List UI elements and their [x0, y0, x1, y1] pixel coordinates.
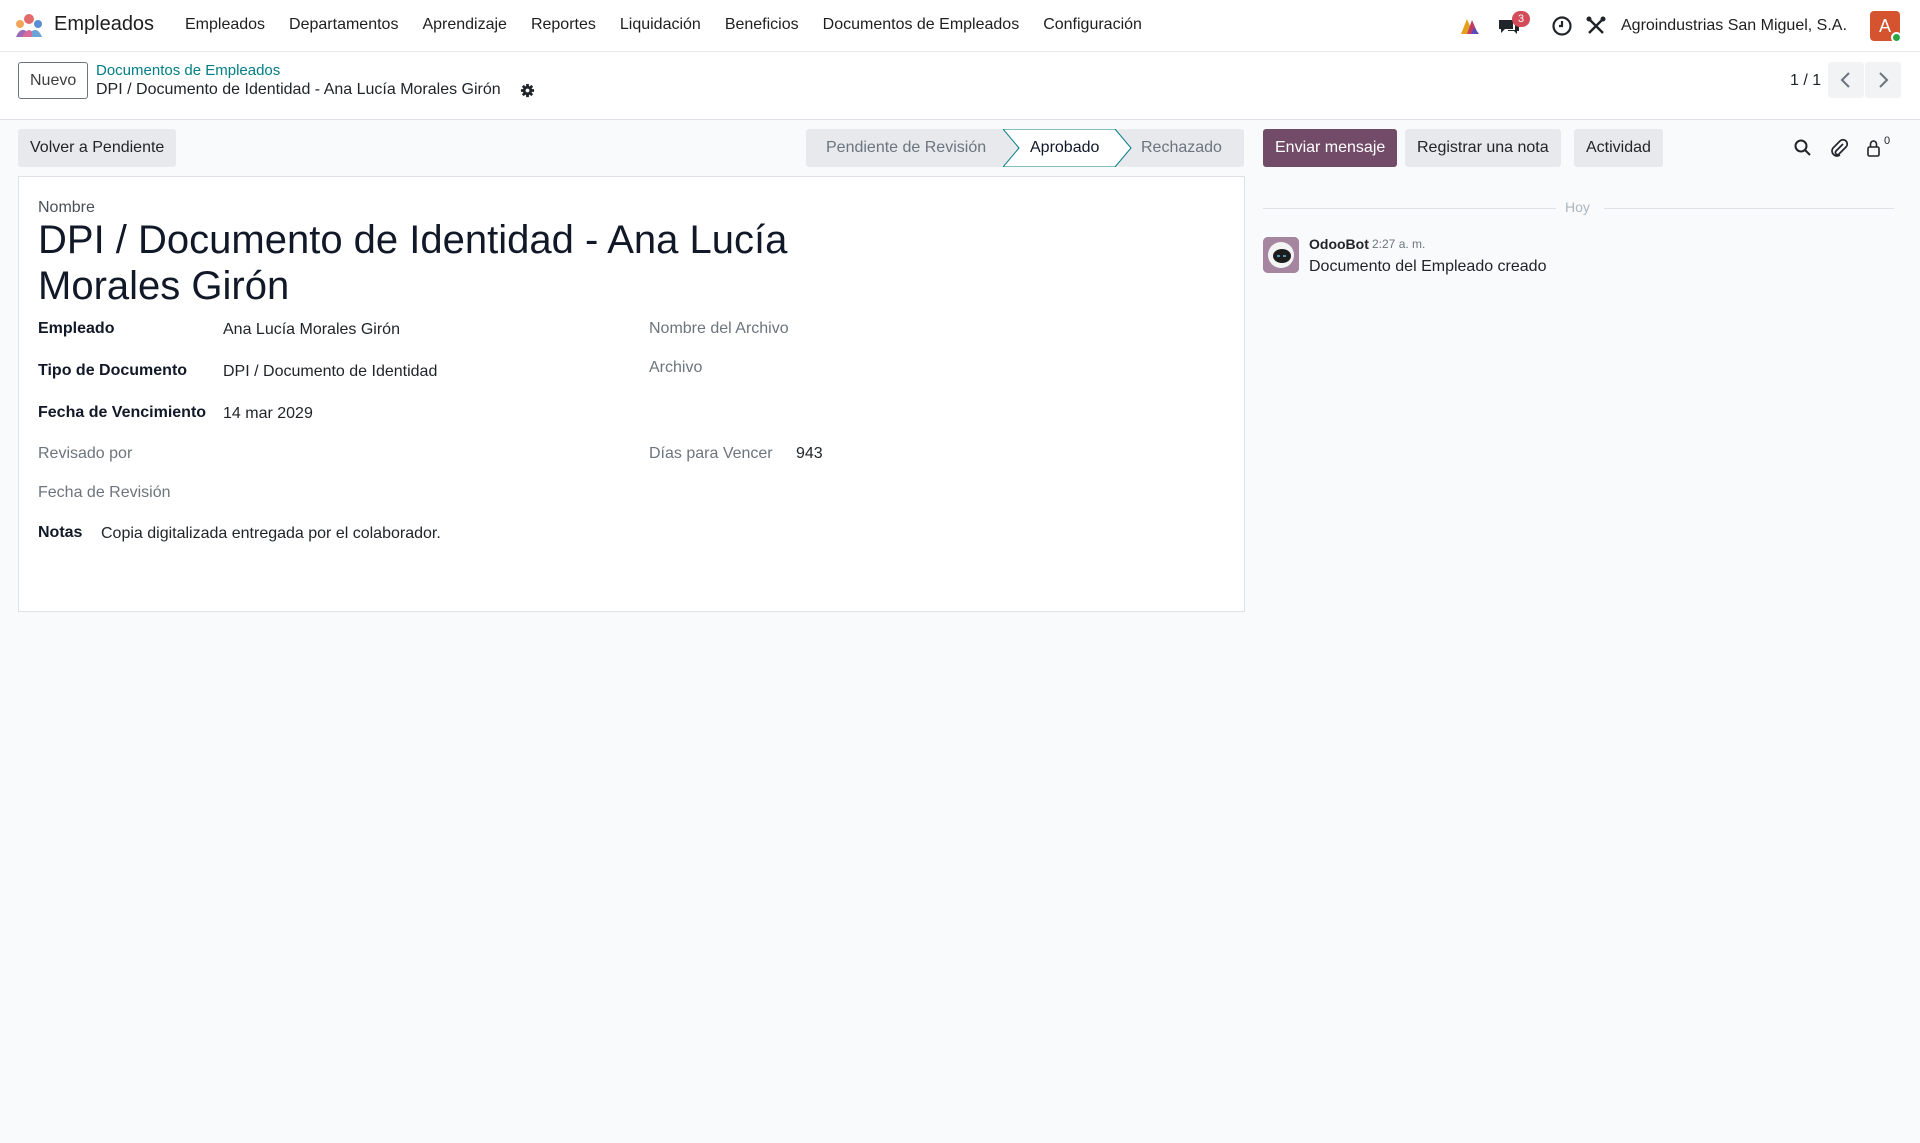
tools-icon[interactable] [1584, 14, 1608, 38]
review-date-label: Fecha de Revisión [38, 484, 171, 501]
doc-type-field[interactable]: DPI / Documento de Identidad [223, 363, 437, 381]
top-navbar: Empleados Empleados Departamentos Aprend… [0, 0, 1920, 52]
days-to-expire-label: Días para Vencer [649, 445, 773, 462]
followers-icon[interactable] [1864, 138, 1884, 158]
gear-icon[interactable] [520, 83, 535, 98]
file-label: Archivo [649, 359, 703, 376]
clock-icon[interactable] [1550, 14, 1574, 38]
messages-badge: 3 [1512, 11, 1531, 27]
pager-next-button[interactable] [1865, 62, 1901, 98]
days-to-expire-value: 943 [796, 445, 823, 462]
expiry-date-label: Fecha de Vencimiento [38, 404, 207, 421]
menu-configuracion[interactable]: Configuración [1031, 16, 1154, 34]
employees-app-icon[interactable] [14, 13, 44, 39]
menu-beneficios[interactable]: Beneficios [713, 16, 811, 34]
menu-departamentos[interactable]: Departamentos [277, 16, 410, 34]
send-message-button[interactable]: Enviar mensaje [1263, 129, 1398, 167]
main-menu: Empleados Departamentos Aprendizaje Repo… [173, 16, 1154, 34]
breadcrumb-parent[interactable]: Documentos de Empleados [96, 62, 280, 79]
message-time: 2:27 a. m. [1372, 237, 1426, 251]
pager-previous-button[interactable] [1828, 62, 1864, 98]
employee-label: Empleado [38, 320, 115, 337]
ai-icon[interactable] [1458, 14, 1482, 38]
company-switcher[interactable]: Agroindustrias San Miguel, S.A. [1621, 17, 1847, 35]
app-name[interactable]: Empleados [54, 13, 154, 36]
pager-value[interactable]: 1 / 1 [1790, 72, 1821, 90]
paperclip-icon[interactable] [1829, 138, 1849, 158]
notes-field[interactable]: Copia digitalizada entregada por el cola… [101, 525, 441, 543]
stage-rechazado[interactable]: Rechazado [1141, 129, 1222, 167]
menu-liquidacion[interactable]: Liquidación [608, 16, 713, 34]
message-author[interactable]: OdooBot [1309, 236, 1369, 252]
stage-aprobado[interactable]: Aprobado [1030, 129, 1099, 167]
name-label: Nombre [38, 199, 95, 216]
activity-button[interactable]: Actividad [1574, 129, 1663, 167]
employee-field[interactable]: Ana Lucía Morales Girón [223, 321, 400, 339]
status-bar: Pendiente de Revisión Aprobado Rechazado [806, 129, 1244, 167]
expiry-date-field[interactable]: 14 mar 2029 [223, 405, 313, 423]
form-sheet: Nombre DPI / Documento de Identidad - An… [18, 176, 1245, 612]
date-separator-line-right [1604, 208, 1894, 209]
odoobot-avatar[interactable] [1263, 237, 1299, 273]
menu-empleados[interactable]: Empleados [173, 16, 277, 34]
log-note-button[interactable]: Registrar una nota [1405, 129, 1561, 167]
date-separator: Hoy [1565, 199, 1590, 215]
doc-type-label: Tipo de Documento [38, 362, 188, 379]
search-icon[interactable] [1793, 138, 1813, 158]
date-separator-line-left [1263, 208, 1556, 209]
reviewed-by-label: Revisado por [38, 445, 133, 462]
record-title[interactable]: DPI / Documento de Identidad - Ana Lucía… [38, 217, 938, 309]
breadcrumb-current: DPI / Documento de Identidad - Ana Lucía… [96, 81, 501, 98]
notes-label: Notas [38, 524, 83, 541]
back-to-pending-button[interactable]: Volver a Pendiente [18, 129, 177, 167]
new-button[interactable]: Nuevo [18, 62, 89, 99]
chevron-left-icon [1840, 72, 1850, 88]
chevron-right-icon [1879, 72, 1889, 88]
message-body: Documento del Empleado creado [1309, 258, 1547, 275]
menu-documentos-empleados[interactable]: Documentos de Empleados [811, 16, 1032, 34]
menu-reportes[interactable]: Reportes [519, 16, 608, 34]
followers-count: 0 [1884, 135, 1891, 147]
file-name-label: Nombre del Archivo [649, 320, 789, 337]
control-panel: Nuevo Documentos de Empleados DPI / Docu… [0, 52, 1920, 120]
stage-pendiente[interactable]: Pendiente de Revisión [826, 129, 986, 167]
online-status-dot [1891, 32, 1902, 43]
odoobot-face-icon [1263, 237, 1299, 273]
menu-aprendizaje[interactable]: Aprendizaje [410, 16, 519, 34]
